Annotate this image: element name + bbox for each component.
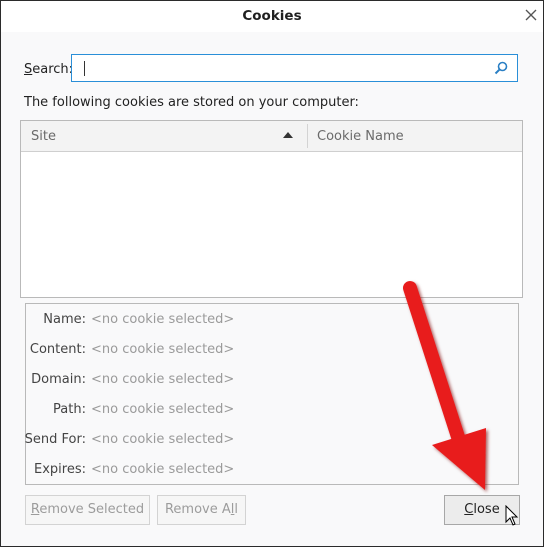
detail-value: <no cookie selected> — [91, 372, 235, 387]
remove-selected-label: emove Selected — [39, 502, 145, 517]
detail-value: <no cookie selected> — [91, 342, 235, 357]
detail-label: Domain: — [31, 372, 86, 387]
detail-row-path: Path: <no cookie selected> — [26, 402, 516, 422]
close-accel: C — [464, 502, 474, 517]
tree-header: Site Cookie Name — [21, 121, 522, 152]
remove-selected-button[interactable]: Remove Selected — [25, 495, 150, 525]
close-icon[interactable] — [522, 6, 540, 24]
column-header-site[interactable]: Site — [31, 129, 56, 144]
search-icon[interactable] — [493, 60, 509, 76]
close-label: lose — [473, 502, 500, 517]
detail-value: <no cookie selected> — [91, 312, 235, 327]
dialog-title: Cookies — [242, 8, 302, 24]
detail-value: <no cookie selected> — [91, 462, 235, 477]
detail-label: Path: — [53, 402, 86, 417]
cookie-tree[interactable]: Site Cookie Name — [20, 120, 523, 298]
detail-label: Content: — [29, 342, 86, 357]
detail-label: Send For: — [24, 432, 86, 447]
detail-label: Expires: — [34, 462, 86, 477]
text-caret — [84, 61, 85, 76]
search-input-box[interactable] — [71, 54, 518, 82]
detail-label: Name: — [43, 312, 86, 327]
detail-row-expires: Expires: <no cookie selected> — [26, 462, 516, 482]
title-bar: Cookies — [1, 1, 543, 32]
remove-all-button[interactable]: Remove All — [157, 495, 246, 525]
detail-row-content: Content: <no cookie selected> — [26, 342, 516, 362]
cookie-details: Name: <no cookie selected> Content: <no … — [25, 303, 519, 485]
search-input[interactable] — [78, 58, 482, 80]
remove-all-label-pre: Remove A — [164, 502, 231, 517]
intro-text: The following cookies are stored on your… — [24, 95, 359, 110]
detail-value: <no cookie selected> — [91, 402, 235, 417]
search-label: Search: — [24, 62, 73, 77]
sort-ascending-icon — [283, 132, 293, 138]
column-divider[interactable] — [307, 124, 308, 148]
mouse-pointer-icon — [505, 505, 519, 526]
detail-row-name: Name: <no cookie selected> — [26, 312, 516, 332]
remove-all-label-post: l — [234, 502, 239, 517]
detail-row-domain: Domain: <no cookie selected> — [26, 372, 516, 392]
search-label-rest: earch: — [32, 62, 74, 77]
detail-row-send-for: Send For: <no cookie selected> — [24, 432, 516, 452]
column-header-cookie-name[interactable]: Cookie Name — [317, 129, 404, 144]
detail-value: <no cookie selected> — [91, 432, 235, 447]
